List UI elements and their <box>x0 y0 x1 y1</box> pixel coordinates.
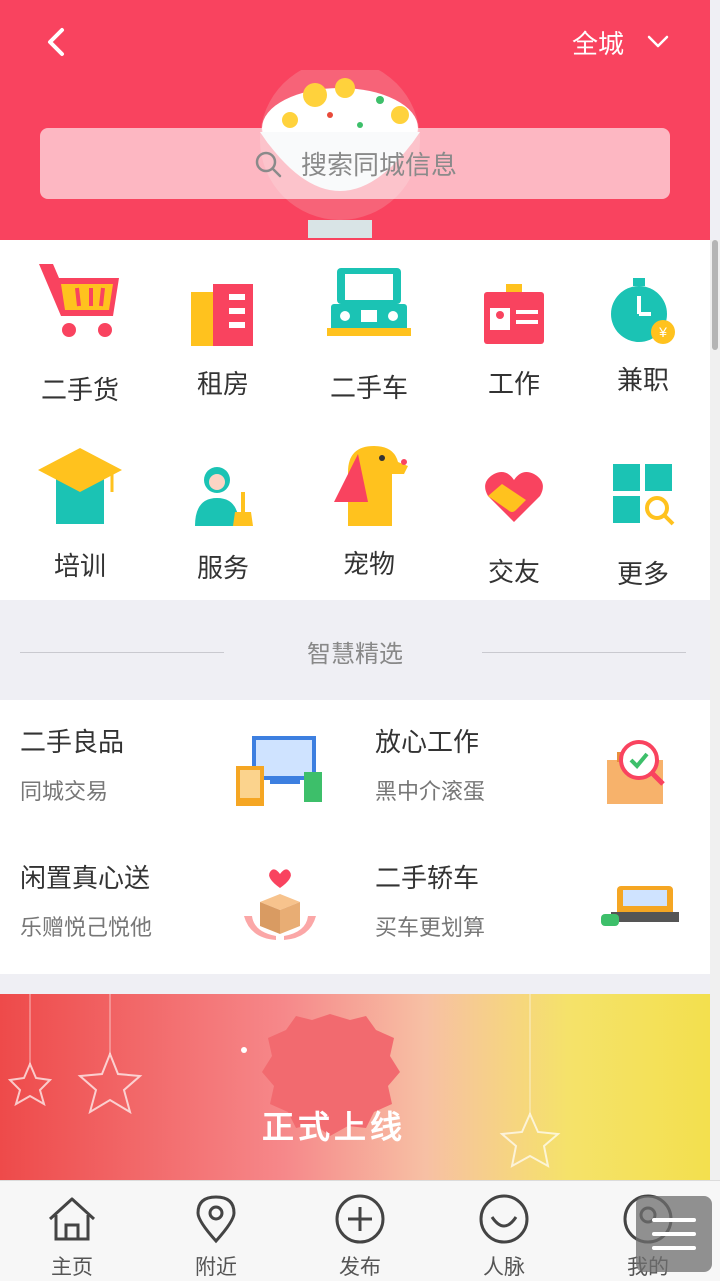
category-used-car[interactable]: 二手车 <box>304 256 434 405</box>
back-button[interactable] <box>38 22 78 62</box>
scrollbar-thumb[interactable] <box>712 240 718 350</box>
contacts-icon <box>479 1194 529 1244</box>
category-dating[interactable]: 交友 <box>449 436 579 589</box>
grid-search-icon <box>613 464 675 526</box>
category-label: 交友 <box>487 558 540 588</box>
header: 全城 搜索同城信息 <box>0 0 710 240</box>
category-pet[interactable]: 宠物 <box>304 436 434 581</box>
category-label: 更多 <box>616 560 669 590</box>
category-rent[interactable]: 租房 <box>158 256 288 401</box>
category-label: 服务 <box>196 554 249 584</box>
menu-bar <box>652 1232 696 1236</box>
category-label: 工作 <box>487 370 540 400</box>
banner-decoration <box>7 994 561 1168</box>
devices-icon <box>236 736 322 806</box>
shopping-cart-icon <box>39 264 119 337</box>
category-label: 培训 <box>53 552 106 582</box>
location-pin-icon <box>196 1195 236 1244</box>
floating-menu-button[interactable] <box>636 1196 712 1272</box>
pick-subtitle: 乐赠悦己悦他 <box>20 916 153 941</box>
category-label: 宠物 <box>342 550 395 580</box>
pick-card[interactable]: 二手良品 同城交易 <box>0 700 340 830</box>
menu-bar <box>652 1246 696 1250</box>
car-icon <box>601 886 679 926</box>
pick-card[interactable]: 闲置真心送 乐赠悦己悦他 <box>0 836 340 966</box>
category-second-hand[interactable]: 二手货 <box>15 256 145 407</box>
id-card-icon <box>484 284 544 344</box>
service-worker-icon <box>195 467 253 526</box>
tab-label: 发布 <box>339 1255 381 1279</box>
dog-icon <box>334 446 408 526</box>
pick-title: 二手轿车 <box>375 864 480 894</box>
category-grid: 二手货 租房 二手车 工作 ¥ 兼职 培训 服务 宠物 交友 更多 <box>0 240 710 600</box>
tab-label: 主页 <box>51 1255 93 1279</box>
scrollbar[interactable] <box>710 240 720 1280</box>
category-label: 兼职 <box>616 366 669 396</box>
category-label: 租房 <box>196 370 249 400</box>
category-part-time[interactable]: ¥ 兼职 <box>578 256 708 397</box>
plus-circle-icon <box>335 1194 385 1244</box>
graduation-cap-icon <box>38 448 122 524</box>
tab-label: 附近 <box>195 1255 237 1279</box>
pick-card[interactable]: 二手轿车 买车更划算 <box>355 836 695 966</box>
category-label: 二手车 <box>329 374 408 404</box>
pick-subtitle: 黑中介滚蛋 <box>375 780 486 805</box>
section-header: 智慧精选 <box>0 600 710 700</box>
city-selector[interactable]: 全城 <box>572 20 670 64</box>
smart-picks: 二手良品 同城交易 放心工作 黑中介滚蛋 闲置真心送 乐赠悦己悦他 二手轿车 买… <box>0 700 710 974</box>
promo-banner[interactable]: 正式上线 <box>0 994 710 1184</box>
home-icon <box>48 1197 96 1241</box>
search-icon <box>255 151 282 177</box>
search-bar[interactable]: 搜索同城信息 <box>40 128 670 199</box>
search-briefcase-icon <box>607 740 665 804</box>
pick-title: 闲置真心送 <box>20 864 151 894</box>
menu-bar <box>652 1218 696 1222</box>
tab-home[interactable]: 主页 <box>0 1181 144 1281</box>
svg-text:¥: ¥ <box>658 324 667 340</box>
truck-icon <box>327 268 411 336</box>
category-training[interactable]: 培训 <box>15 436 145 583</box>
banner-title: 正式上线 <box>262 1108 407 1146</box>
tab-contacts[interactable]: 人脉 <box>432 1181 576 1281</box>
bottom-tab-bar: 主页 附近 发布 人脉 我的 <box>0 1180 720 1281</box>
category-label: 二手货 <box>40 376 119 406</box>
category-job[interactable]: 工作 <box>449 256 579 401</box>
pick-title: 放心工作 <box>375 728 480 758</box>
city-label: 全城 <box>571 29 624 60</box>
tab-publish[interactable]: 发布 <box>288 1181 432 1281</box>
category-service[interactable]: 服务 <box>158 436 288 585</box>
building-icon <box>191 284 253 346</box>
clock-money-icon: ¥ <box>611 278 675 344</box>
pick-title: 二手良品 <box>20 728 125 758</box>
divider <box>482 652 686 653</box>
tab-label: 人脉 <box>483 1255 525 1279</box>
handshake-heart-icon <box>485 472 543 522</box>
pick-subtitle: 同城交易 <box>20 780 109 805</box>
chevron-down-icon <box>647 35 669 48</box>
chevron-left-icon <box>48 28 64 56</box>
pick-card[interactable]: 放心工作 黑中介滚蛋 <box>355 700 695 830</box>
gift-box-icon <box>244 869 316 940</box>
search-placeholder: 搜索同城信息 <box>300 151 457 181</box>
tab-nearby[interactable]: 附近 <box>144 1181 288 1281</box>
pick-subtitle: 买车更划算 <box>375 916 486 941</box>
category-more[interactable]: 更多 <box>578 436 708 591</box>
